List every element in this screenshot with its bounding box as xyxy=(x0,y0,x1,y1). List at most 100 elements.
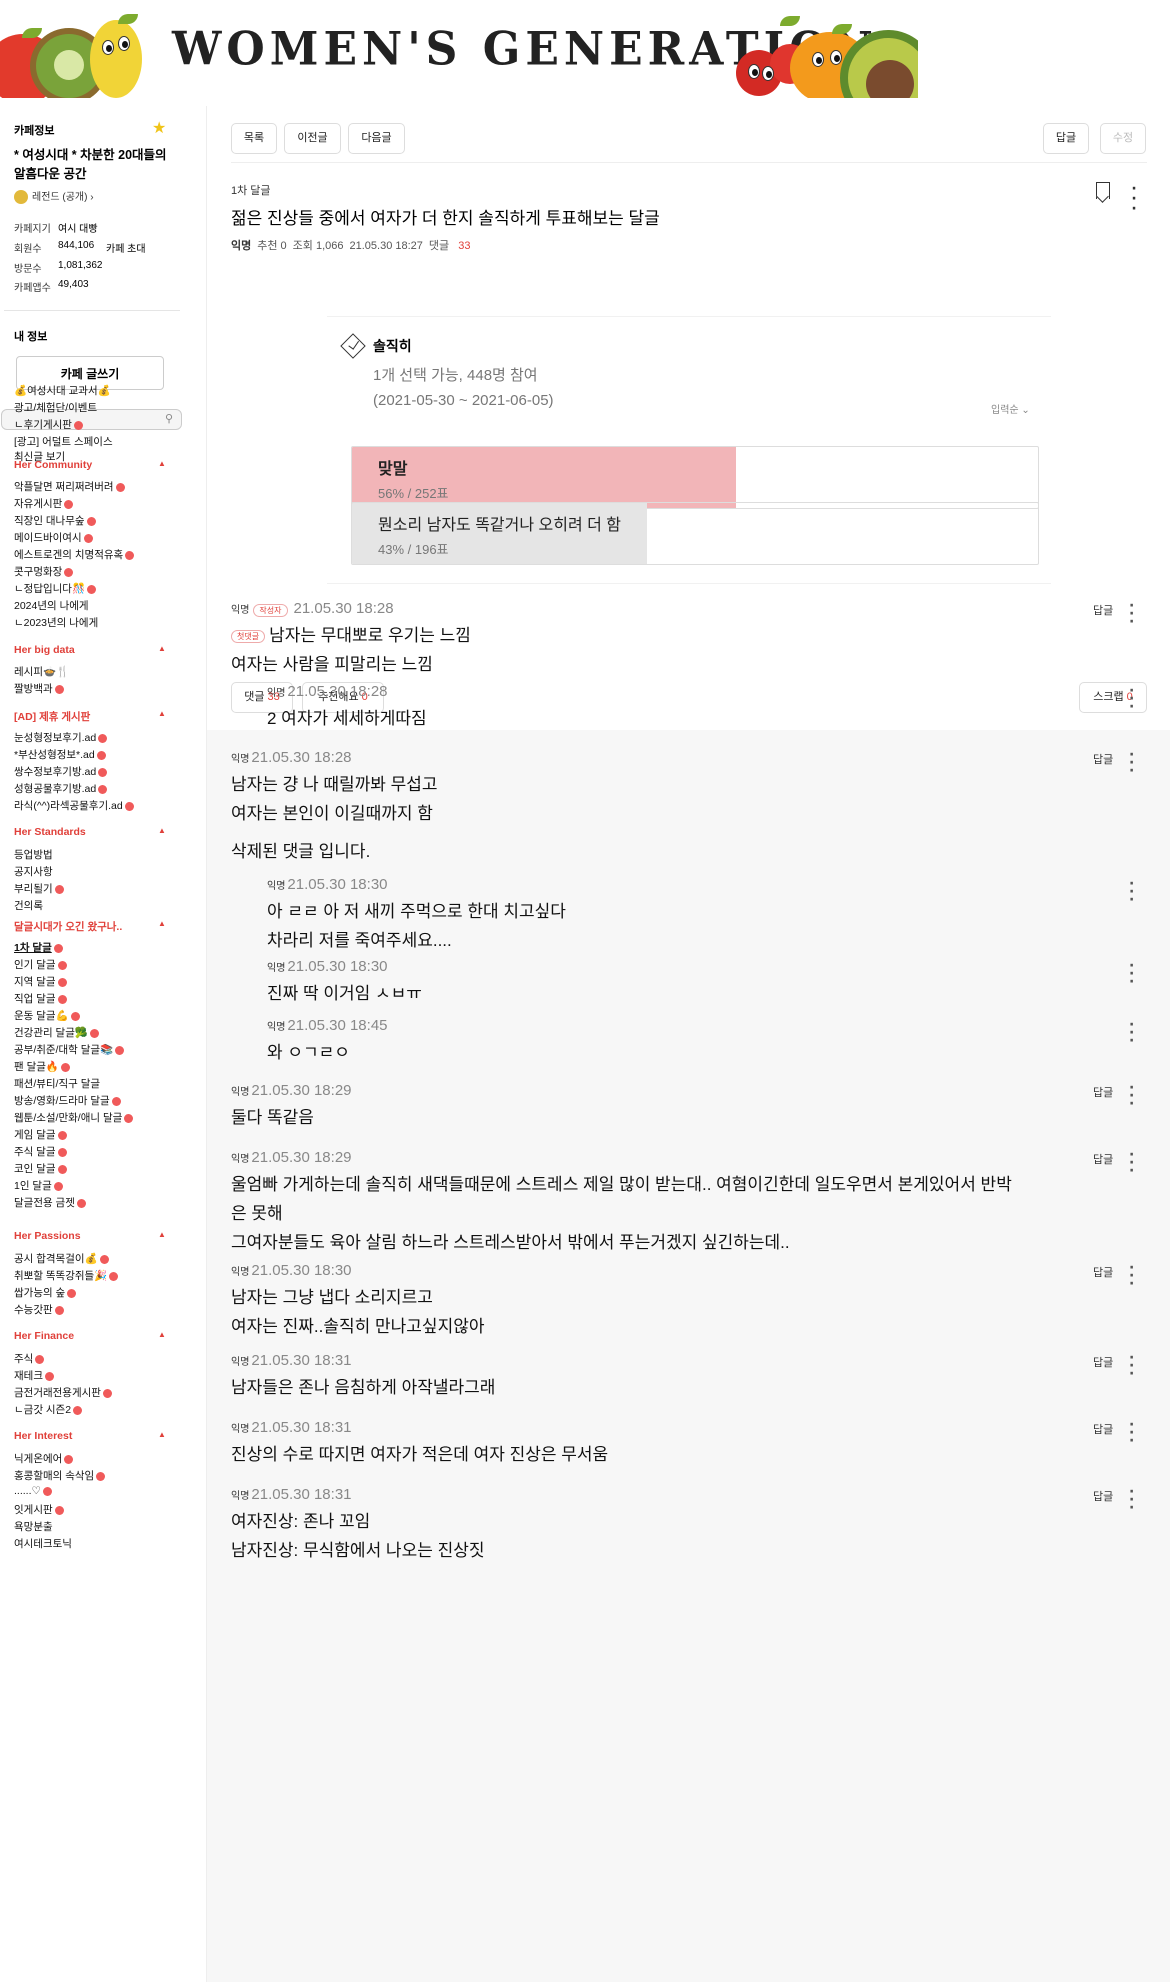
scrap-button[interactable]: 스크랩 0 xyxy=(1079,682,1147,713)
comment-more-icon[interactable]: · · · xyxy=(1129,599,1134,629)
sidebar-board-item[interactable]: 코인 달글 xyxy=(14,1161,67,1176)
comment-more-icon[interactable]: · · · xyxy=(1129,1261,1134,1291)
collapse-caret-icon[interactable]: ▲ xyxy=(158,644,166,653)
sidebar-board-item[interactable]: 수능갓판 xyxy=(14,1302,64,1317)
board-link[interactable]: 1차 달글 xyxy=(231,182,271,198)
comment-author[interactable]: 익명 xyxy=(267,963,285,974)
sidebar-board-item[interactable]: 콧구멍화장 xyxy=(14,564,74,579)
sidebar-group-title[interactable]: Her Finance xyxy=(14,1330,74,1342)
reply-comment-button[interactable]: 답글 xyxy=(1093,602,1113,618)
bookmark-icon[interactable] xyxy=(1096,182,1110,199)
sidebar-board-item[interactable]: ㄴ금갓 시즌2 xyxy=(14,1402,83,1417)
reply-comment-button[interactable]: 답글 xyxy=(1093,1264,1113,1280)
sidebar-board-item[interactable]: 악플달면 쩌리쩌려버려 xyxy=(14,479,125,494)
comment-author[interactable]: 익명 xyxy=(231,1154,249,1165)
post-author[interactable]: 익명 xyxy=(231,240,251,252)
sidebar-board-item[interactable]: 쌍수정보후기방.ad xyxy=(14,764,108,779)
sidebar-board-item[interactable]: 눈성형정보후기.ad xyxy=(14,730,108,745)
cafe-title[interactable]: * 여성시대 * 차분한 20대들의 알흠다운 공간 xyxy=(14,146,174,184)
cafe-banner[interactable]: WOMEN'S GENERATION xyxy=(0,0,918,98)
sidebar-board-item[interactable]: 공부/취준/대학 달글📚 xyxy=(14,1042,125,1057)
stat-value[interactable]: 여시 대빵 xyxy=(58,220,98,235)
comment-more-icon[interactable]: · · · xyxy=(1129,1351,1134,1381)
sidebar-board-item[interactable]: [광고] 어덜트 스페이스 xyxy=(14,434,113,449)
sidebar-board-item[interactable]: 욕망분출 xyxy=(14,1519,53,1534)
sidebar-board-item[interactable]: 직장인 대나무숲 xyxy=(14,513,96,528)
comment-author[interactable]: 익명 xyxy=(231,1424,249,1435)
collapse-caret-icon[interactable]: ▲ xyxy=(158,459,166,468)
sidebar-board-item[interactable]: 라식(^^)라섹공물후기.ad xyxy=(14,798,134,813)
sidebar-board-item[interactable]: 웹툰/소설/만화/애니 달글 xyxy=(14,1110,134,1125)
sidebar-board-item[interactable]: 광고/체험단/이벤트 xyxy=(14,400,97,415)
sidebar-group-title[interactable]: Her big data xyxy=(14,644,75,656)
sidebar-board-item[interactable]: 운동 달글💪 xyxy=(14,1008,80,1023)
sidebar-board-item[interactable]: 공시 합격목걸이💰 xyxy=(14,1251,109,1266)
sidebar-board-item[interactable]: 💰여성시대 교과서💰 xyxy=(14,383,111,398)
next-post-button[interactable]: 다음글 xyxy=(348,123,405,154)
sidebar-board-item[interactable]: 자유게시판 xyxy=(14,496,74,511)
comment-more-icon[interactable]: · · · xyxy=(1129,748,1134,778)
post-comments[interactable]: 댓글 33 xyxy=(429,240,477,252)
sidebar-board-item[interactable]: 주식 xyxy=(14,1351,45,1366)
comment-author[interactable]: 익명 xyxy=(267,1022,285,1033)
poll-option[interactable]: 맞말 56% / 252표 xyxy=(351,446,1039,509)
reply-comment-button[interactable]: 답글 xyxy=(1093,751,1113,767)
comment-more-icon[interactable]: · · · xyxy=(1129,959,1134,989)
sidebar-board-item[interactable]: 취뽀할 똑똑강쥐들🎉 xyxy=(14,1268,119,1283)
sidebar-group-title[interactable]: [AD] 제휴 게시판 xyxy=(14,709,90,724)
comment-author[interactable]: 익명 xyxy=(231,1491,249,1502)
comment-author[interactable]: 익명 xyxy=(231,754,249,765)
sidebar-board-item[interactable]: 지역 달글 xyxy=(14,974,67,989)
sidebar-board-item[interactable]: 홍콩할매의 속삭임 xyxy=(14,1468,106,1483)
sidebar-board-item[interactable]: ㄴ정답입니다🎊 xyxy=(14,581,97,596)
sidebar-board-item[interactable]: 여시테크토닉 xyxy=(14,1536,72,1551)
favorite-star-icon[interactable]: ★ xyxy=(152,118,166,138)
reply-comment-button[interactable]: 답글 xyxy=(1093,1421,1113,1437)
invite-link[interactable]: 카페 초대 xyxy=(106,240,146,255)
more-options-icon[interactable]: · · · xyxy=(1130,182,1138,216)
comment-more-icon[interactable]: · · · xyxy=(1129,1081,1134,1111)
sidebar-board-item[interactable]: 공지사항 xyxy=(14,864,53,879)
sidebar-board-item[interactable]: 메이드바이여시 xyxy=(14,530,93,545)
sidebar-board-item[interactable]: 건강관리 달글🥦 xyxy=(14,1025,99,1040)
sidebar-board-item[interactable]: 레시피🍲🍴 xyxy=(14,664,69,679)
sidebar-board-item[interactable]: 닉게온에어 xyxy=(14,1451,74,1466)
comment-more-icon[interactable]: · · · xyxy=(1129,877,1134,907)
sidebar-group-title[interactable]: Her Standards xyxy=(14,826,86,838)
collapse-caret-icon[interactable]: ▲ xyxy=(158,919,166,928)
comment-author[interactable]: 익명 xyxy=(231,605,249,616)
poll-sort-dropdown[interactable]: 입력순 ⌄ xyxy=(991,401,1030,416)
sidebar-board-item[interactable]: 재테크 xyxy=(14,1368,54,1383)
sidebar-group-title[interactable]: Her Community xyxy=(14,459,92,471)
comment-more-icon[interactable]: · · · xyxy=(1129,1485,1134,1515)
sidebar-board-item[interactable]: ㄴ후기게시판 xyxy=(14,417,83,432)
comment-more-icon[interactable]: · · · xyxy=(1129,684,1134,714)
my-info-tab[interactable]: 내 정보 xyxy=(14,328,47,344)
sidebar-board-item[interactable]: ㄴ2023년의 나에게 xyxy=(14,615,98,630)
comment-author[interactable]: 익명 xyxy=(267,688,285,699)
sidebar-board-item[interactable]: 1차 달글 xyxy=(14,940,63,955)
sidebar-group-title[interactable]: Her Passions xyxy=(14,1230,81,1242)
reply-comment-button[interactable]: 답글 xyxy=(1093,1488,1113,1504)
sidebar-group-title[interactable]: Her Interest xyxy=(14,1430,72,1442)
sidebar-board-item[interactable]: 에스트로겐의 치명적유혹 xyxy=(14,547,135,562)
search-icon[interactable]: ⚲ xyxy=(165,412,173,425)
prev-post-button[interactable]: 이전글 xyxy=(284,123,341,154)
sidebar-board-item[interactable]: 짤방백과 xyxy=(14,681,64,696)
reply-comment-button[interactable]: 답글 xyxy=(1093,1354,1113,1370)
comment-more-icon[interactable]: · · · xyxy=(1129,1018,1134,1048)
comment-author[interactable]: 익명 xyxy=(231,1267,249,1278)
list-button[interactable]: 목록 xyxy=(231,123,277,154)
sidebar-board-item[interactable]: *부산성형정보*.ad xyxy=(14,747,106,762)
sidebar-board-item[interactable]: 게임 달글 xyxy=(14,1127,67,1142)
comment-author[interactable]: 익명 xyxy=(231,1357,249,1368)
collapse-caret-icon[interactable]: ▲ xyxy=(158,826,166,835)
collapse-caret-icon[interactable]: ▲ xyxy=(158,1430,166,1439)
comment-more-icon[interactable]: · · · xyxy=(1129,1148,1134,1178)
reply-comment-button[interactable]: 답글 xyxy=(1093,1084,1113,1100)
sidebar-board-item[interactable]: 달글전용 금젯 xyxy=(14,1195,86,1210)
comment-author[interactable]: 익명 xyxy=(267,881,285,892)
sidebar-group-title[interactable]: 달글시대가 오긴 왔구나.. xyxy=(14,919,122,934)
sidebar-board-item[interactable]: 2024년의 나에게 xyxy=(14,598,89,613)
collapse-caret-icon[interactable]: ▲ xyxy=(158,1230,166,1239)
